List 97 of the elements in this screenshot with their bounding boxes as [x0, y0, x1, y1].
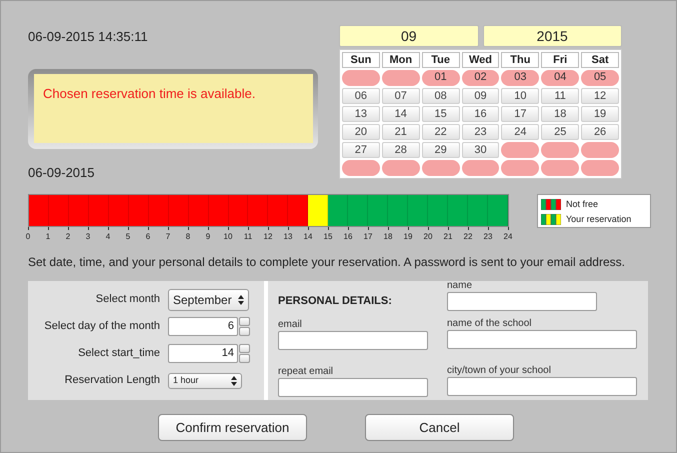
day-cell: 01 — [422, 70, 460, 86]
status-message: Chosen reservation time is available. — [43, 86, 256, 100]
day-cell[interactable]: 29 — [422, 142, 460, 158]
day-cell[interactable]: 14 — [382, 106, 420, 122]
spinner-buttons[interactable] — [239, 344, 250, 363]
legend-label: Not free — [566, 198, 598, 211]
tick-label: 7 — [158, 227, 178, 243]
confirm-button[interactable]: Confirm reservation — [158, 414, 307, 441]
tick-label: 21 — [438, 227, 458, 243]
input-field[interactable] — [447, 292, 597, 311]
day-cell[interactable]: 06 — [342, 88, 380, 104]
tick-label: 4 — [98, 227, 118, 243]
tick-label: 5 — [118, 227, 138, 243]
field-label: name of the school — [447, 317, 532, 330]
day-cell: 02 — [462, 70, 500, 86]
tick-label: 24 — [498, 227, 518, 243]
day-cell[interactable]: 15 — [422, 106, 460, 122]
tick-label: 1 — [38, 227, 58, 243]
tick-label: 23 — [478, 227, 498, 243]
legend-label: Your reservation — [566, 212, 632, 226]
field-label: city/town of your school — [447, 364, 552, 377]
spinner-buttons[interactable] — [239, 317, 250, 336]
tick-label: 9 — [198, 227, 218, 243]
day-cell[interactable]: 25 — [541, 124, 580, 140]
field-label: Select month — [94, 292, 161, 308]
day-cell: 05 — [581, 70, 619, 86]
input-field[interactable] — [447, 377, 637, 396]
day-cell[interactable]: 20 — [342, 124, 380, 140]
day-cell[interactable]: 23 — [462, 124, 500, 140]
input-field[interactable] — [278, 331, 428, 350]
day-cell[interactable]: 18 — [541, 106, 580, 122]
weekday-header: Sat — [581, 52, 619, 68]
up-down-arrows-icon — [231, 376, 237, 386]
day-cell[interactable]: 16 — [462, 106, 500, 122]
tick-label: 15 — [318, 227, 338, 243]
day-cell[interactable]: 21 — [382, 124, 420, 140]
day-cell[interactable]: 10 — [501, 88, 540, 104]
day-cell[interactable]: 26 — [581, 124, 619, 140]
tick-label: 2 — [58, 227, 78, 243]
length-dropdown[interactable]: 1 hour — [168, 372, 242, 388]
day-cell[interactable]: 13 — [342, 106, 380, 122]
tick-label: 0 — [18, 227, 38, 243]
tick-label: 12 — [258, 227, 278, 243]
day-cell[interactable]: 09 — [462, 88, 500, 104]
input-field[interactable] — [278, 378, 428, 397]
field-label: Select day of the month — [43, 319, 161, 334]
clock-text: 06-09-2015 14:35:11 — [28, 28, 149, 46]
tick-label: 19 — [398, 227, 418, 243]
tick-label: 13 — [278, 227, 298, 243]
weekday-header: Fri — [541, 52, 580, 68]
tick-label: 10 — [218, 227, 238, 243]
section-title: PERSONAL DETAILS: — [278, 294, 393, 309]
day-cell[interactable]: 28 — [382, 142, 420, 158]
year-field[interactable]: 2015 — [482, 25, 622, 47]
weekday-header: Tue — [422, 52, 460, 68]
legend-swatch-icon — [541, 199, 561, 210]
field-label: Reservation Length — [64, 373, 161, 388]
instruction-text: Set date, time, and your personal details to complete your reservation. A password is sent to your email address. — [28, 254, 626, 271]
day-cell[interactable]: 24 — [501, 124, 540, 140]
weekday-header: Wed — [462, 52, 500, 68]
number-field[interactable]: 6 — [168, 317, 238, 336]
selected-date: 06-09-2015 — [28, 164, 96, 182]
day-cell[interactable]: 11 — [541, 88, 580, 104]
day-cell[interactable]: 30 — [462, 142, 500, 158]
tick-label: 6 — [138, 227, 158, 243]
month-spinner[interactable]: September — [168, 288, 249, 310]
tick-label: 20 — [418, 227, 438, 243]
month-field[interactable]: 09 — [339, 25, 478, 47]
field-label: Select start_time — [77, 346, 161, 362]
field-label: repeat email — [278, 365, 334, 378]
day-cell: 03 — [501, 70, 540, 86]
input-field[interactable] — [447, 330, 637, 349]
number-field[interactable]: 14 — [168, 344, 238, 363]
tick-label: 22 — [458, 227, 478, 243]
day-cell: 04 — [541, 70, 580, 86]
weekday-header: Thu — [501, 52, 540, 68]
tick-label: 18 — [378, 227, 398, 243]
day-cell[interactable]: 27 — [342, 142, 380, 158]
tick-label: 14 — [298, 227, 318, 243]
cancel-button[interactable]: Cancel — [365, 414, 514, 441]
weekday-header: Sun — [342, 52, 380, 68]
up-down-arrows-icon — [238, 294, 244, 304]
tick-label: 11 — [238, 227, 258, 243]
day-cell[interactable]: 07 — [382, 88, 420, 104]
tick-label: 8 — [178, 227, 198, 243]
tick-label: 16 — [338, 227, 358, 243]
day-cell[interactable]: 08 — [422, 88, 460, 104]
field-label: email — [278, 318, 303, 331]
day-cell[interactable]: 12 — [581, 88, 619, 104]
weekday-header: Mon — [382, 52, 420, 68]
tick-label: 3 — [78, 227, 98, 243]
day-cell[interactable]: 19 — [581, 106, 619, 122]
field-label: name — [447, 279, 474, 292]
tick-label: 17 — [358, 227, 378, 243]
day-cell[interactable]: 17 — [501, 106, 540, 122]
day-cell[interactable]: 22 — [422, 124, 460, 140]
legend-swatch-icon — [541, 214, 561, 225]
